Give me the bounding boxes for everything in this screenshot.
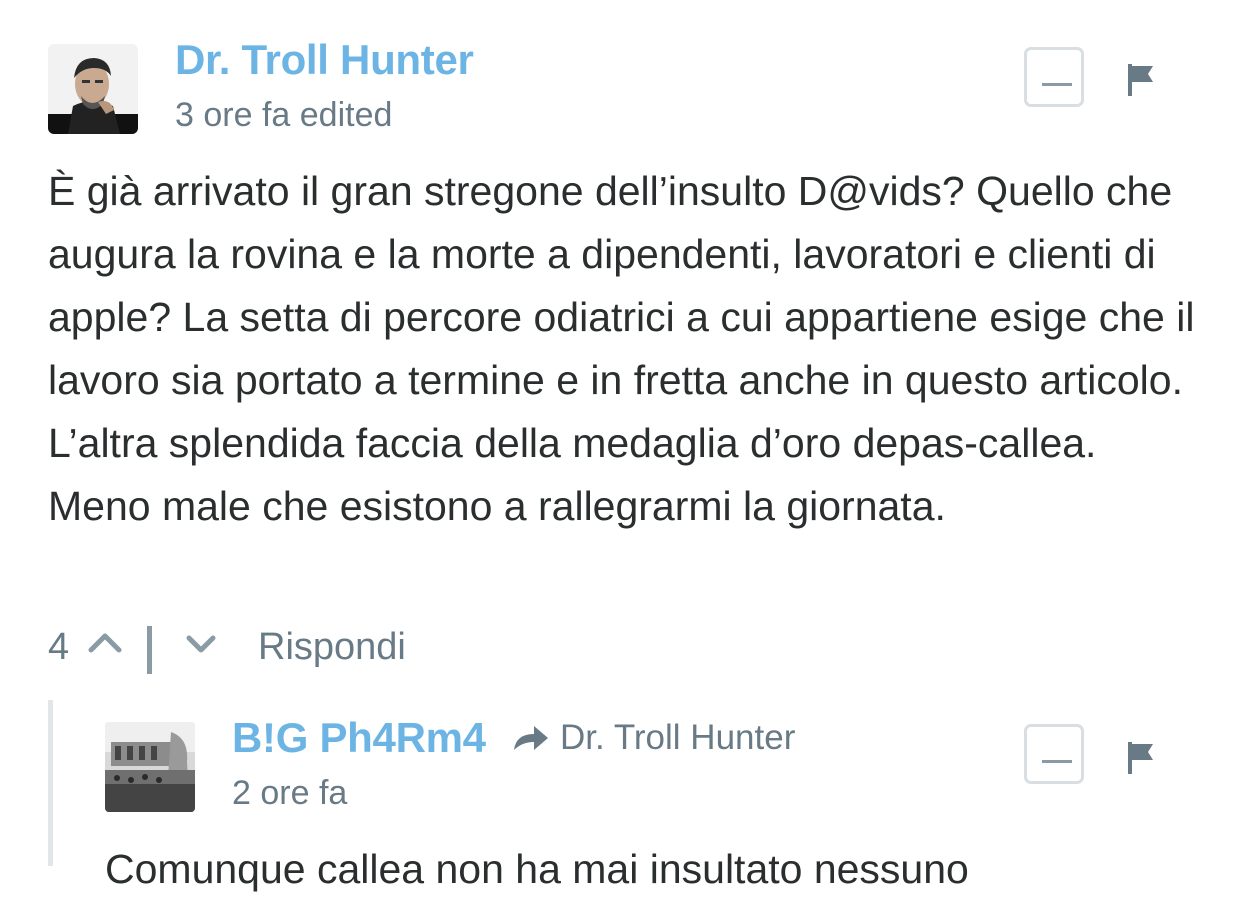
reply-to-author: Dr. Troll Hunter [560,718,796,757]
flag-icon[interactable] [1126,740,1158,776]
man-portrait-icon [48,44,138,134]
comment-timestamp[interactable]: 2 ore fa [232,774,347,813]
chevron-up-icon[interactable] [88,630,122,654]
comment-author[interactable]: Dr. Troll Hunter [175,36,474,84]
collapse-button[interactable] [1024,47,1084,107]
comment-footer: 4 Rispondi [48,622,648,678]
comment-body: È già arrivato il gran stregone dell’ins… [48,168,1195,529]
thread-line [48,700,53,866]
flag-icon[interactable] [1126,62,1158,98]
reply-arrow-icon [514,726,548,750]
collapse-button[interactable] [1024,724,1084,784]
minus-icon [1042,83,1072,86]
avatar[interactable] [48,44,138,134]
vote-separator [147,626,152,674]
comment-body: Comunque callea non ha mai insultato nes… [105,846,969,892]
crowd-photo-icon [105,722,195,812]
comment-timestamp[interactable]: 3 ore fa edited [175,96,392,135]
reply-button[interactable]: Rispondi [258,626,406,669]
comment-author[interactable]: B!G Ph4Rm4 [232,714,486,762]
avatar[interactable] [105,722,195,812]
vote-count: 4 [48,626,70,668]
minus-icon [1042,760,1072,763]
chevron-down-icon[interactable] [184,632,218,656]
